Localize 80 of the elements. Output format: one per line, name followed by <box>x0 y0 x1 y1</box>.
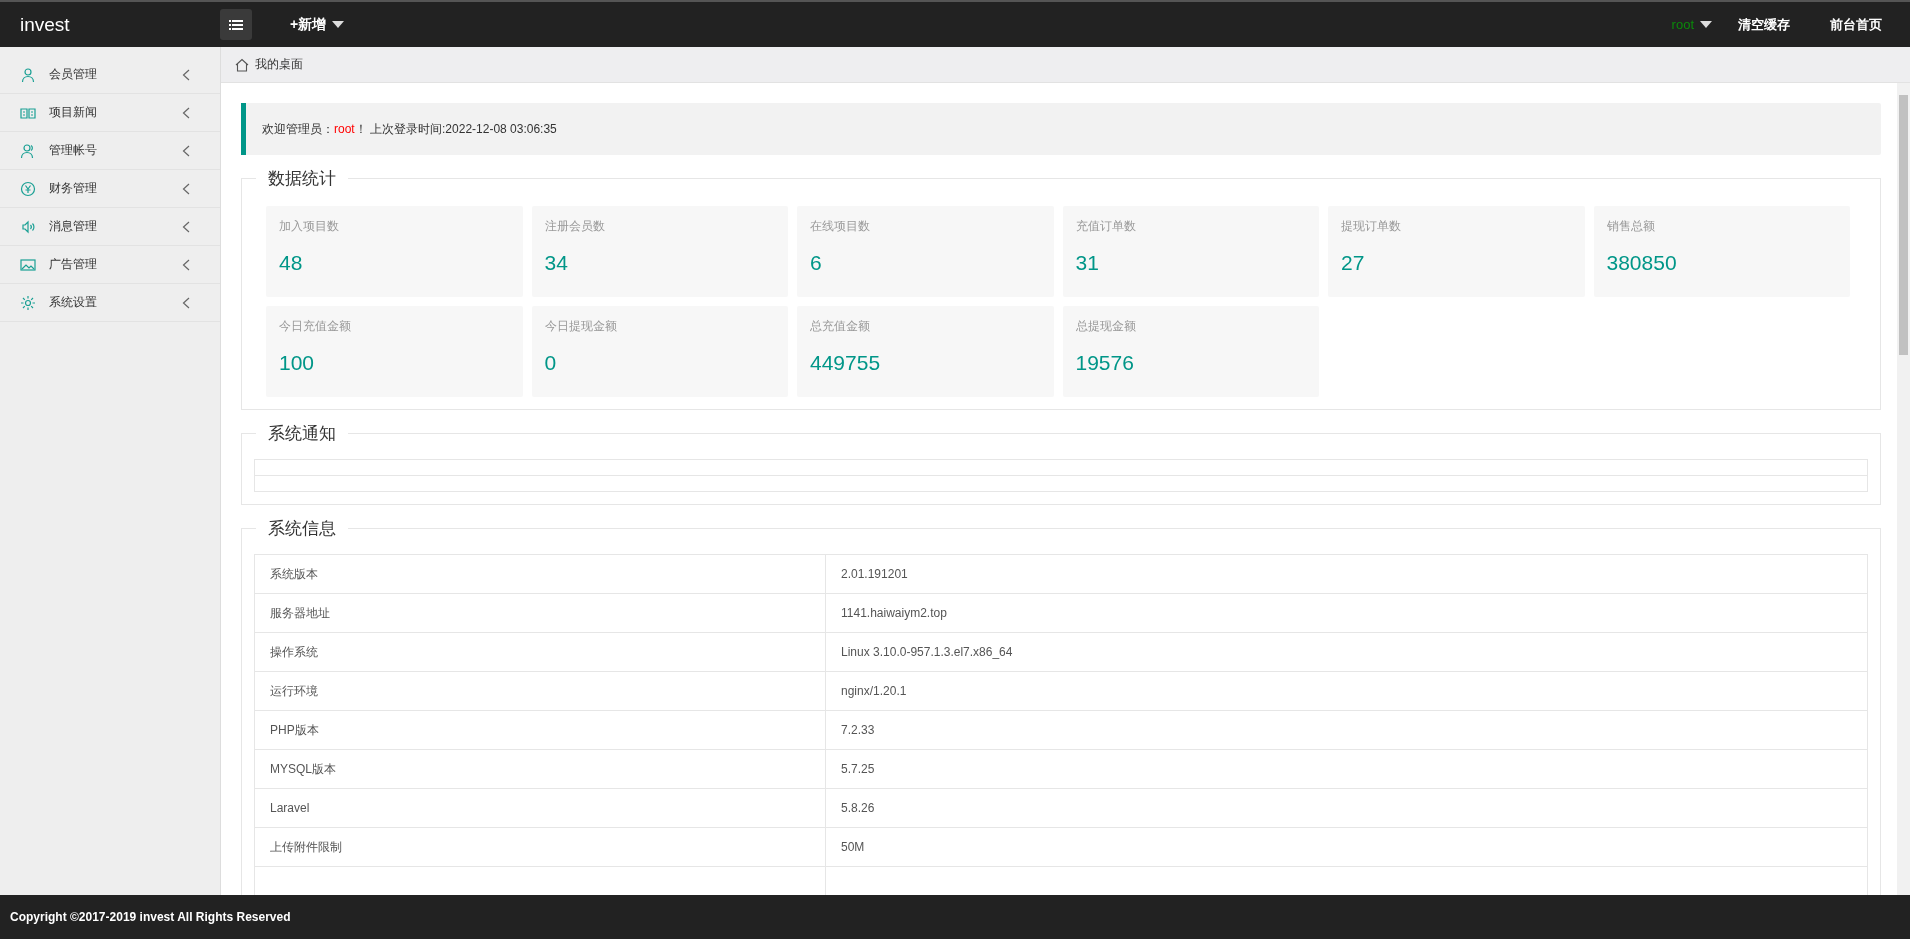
user-menu[interactable]: root <box>1671 17 1712 32</box>
stat-label: 今日提现金额 <box>544 318 618 335</box>
header-link[interactable]: 清空缓存 <box>1738 15 1790 34</box>
header-link[interactable]: 前台首页 <box>1830 15 1882 34</box>
stat-label: 今日充值金额 <box>279 318 352 335</box>
section-title: 数据统计 <box>267 168 337 190</box>
scrollbar[interactable] <box>1897 83 1910 895</box>
sidebar-item-label: 管理帐号 <box>49 142 98 159</box>
copyright-text: Copyright ©2017-2019 invest All Rights Reserved <box>10 910 291 924</box>
sidebar-item[interactable]: 项目新闻 <box>0 94 220 132</box>
chevron-left-icon <box>182 296 190 309</box>
table-cell: 上传附件限制 <box>254 827 826 867</box>
stat-value: 19576 <box>1075 351 1135 375</box>
sidebar-item-label: 系统设置 <box>49 294 98 311</box>
stat-label: 注册会员数 <box>544 218 606 235</box>
table-cell: 2.01.191201 <box>825 554 1868 594</box>
home-icon <box>235 57 249 72</box>
table-cell: 5.8.26 <box>825 788 1868 828</box>
stat-value: 6 <box>810 251 823 275</box>
section-title: 系统信息 <box>267 518 337 540</box>
stat-label: 提现订单数 <box>1341 218 1402 235</box>
chevron-left-icon <box>182 182 190 195</box>
image-icon <box>20 256 36 273</box>
stat-label: 充值订单数 <box>1075 218 1137 235</box>
sidebar-item-label: 广告管理 <box>49 256 98 273</box>
welcome-text: 欢迎管理员：root！ 上次登录时间:2022-12-08 03:06:35 <box>262 120 557 138</box>
stat-value: 449755 <box>810 351 882 375</box>
table-cell: 50M <box>825 827 1868 867</box>
table-cell: 7.2.33 <box>825 710 1868 750</box>
speaker-icon <box>20 218 36 235</box>
stat-value: 0 <box>544 351 558 375</box>
table-cell: 运行环境 <box>254 671 826 711</box>
stat-label: 总充值金额 <box>810 318 871 335</box>
sidebar-item[interactable]: 管理帐号 <box>0 132 220 170</box>
table-cell: 服务器地址 <box>254 593 826 633</box>
table-cell: 操作系统 <box>254 632 826 672</box>
stat-label: 加入项目数 <box>279 218 340 235</box>
table-cell: 5.7.25 <box>825 749 1868 789</box>
table-cell: nginx/1.20.1 <box>825 671 1868 711</box>
table-cell: 1141.haiwaiym2.top <box>825 593 1868 633</box>
stat-value: 380850 <box>1606 251 1678 275</box>
table-cell: Linux 3.10.0-957.1.3.el7.x86_64 <box>825 632 1868 672</box>
yen-icon <box>20 180 36 197</box>
sidebar-item[interactable]: 会员管理 <box>0 56 220 94</box>
chevron-left-icon <box>182 68 190 81</box>
breadcrumb-link[interactable]: 我的桌面 <box>255 56 303 73</box>
chevron-left-icon <box>182 106 190 119</box>
sidebar-item[interactable]: 广告管理 <box>0 246 220 284</box>
table-cell: PHP版本 <box>254 710 826 750</box>
table-cell: Laravel <box>254 788 826 828</box>
chevron-left-icon <box>182 144 190 157</box>
section-title: 系统通知 <box>267 423 337 445</box>
sidebar-item[interactable]: 消息管理 <box>0 208 220 246</box>
menu-button[interactable] <box>220 9 252 40</box>
add-new-menu[interactable]: +新增 <box>290 15 345 34</box>
app-logo: invest <box>19 13 71 36</box>
people-icon <box>20 142 36 159</box>
stat-label: 销售总额 <box>1606 218 1656 235</box>
sidebar-item-label: 项目新闻 <box>49 104 98 121</box>
stat-value: 31 <box>1075 251 1100 275</box>
table-cell: MYSQL版本 <box>254 749 826 789</box>
sidebar-item-label: 财务管理 <box>49 180 98 197</box>
sidebar-item-label: 消息管理 <box>49 218 98 235</box>
sidebar-item[interactable]: 财务管理 <box>0 170 220 208</box>
menu-icon <box>229 18 243 31</box>
sidebar-item-label: 会员管理 <box>49 66 98 83</box>
caret-icon <box>1700 21 1712 28</box>
sidebar-item[interactable]: 系统设置 <box>0 284 220 322</box>
caret-icon <box>332 21 345 28</box>
person-icon <box>20 66 36 83</box>
chevron-left-icon <box>182 220 190 233</box>
chevron-left-icon <box>182 258 190 271</box>
stat-value: 100 <box>279 351 316 375</box>
stat-value: 34 <box>544 251 569 275</box>
stat-value: 48 <box>279 251 304 275</box>
settings-icon <box>20 294 36 311</box>
stat-label: 总提现金额 <box>1075 318 1137 335</box>
stat-label: 在线项目数 <box>810 218 871 235</box>
table-cell: 系统版本 <box>254 554 826 594</box>
stat-value: 27 <box>1341 251 1366 275</box>
